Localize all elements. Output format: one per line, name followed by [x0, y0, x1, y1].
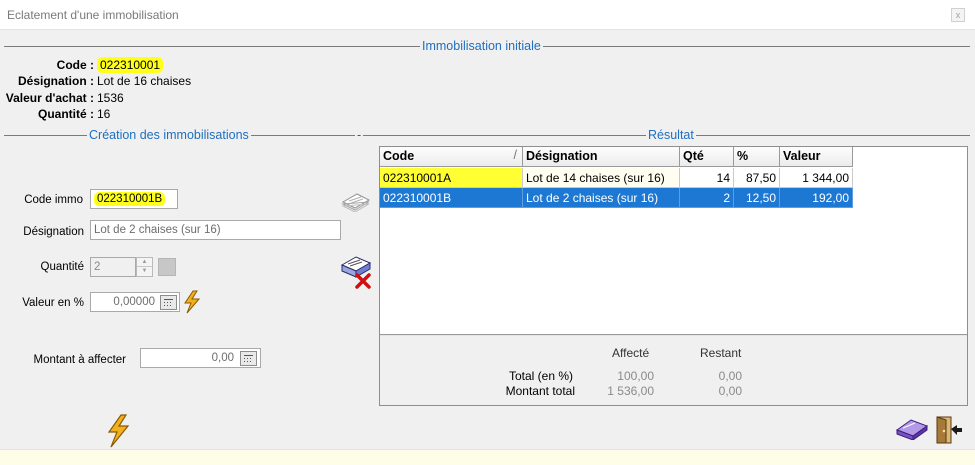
table-row[interactable]: 022310001A Lot de 14 chaises (sur 16) 14…: [380, 168, 853, 188]
cell-valeur: 1 344,00: [780, 168, 853, 188]
quantite-stepper[interactable]: ▲ ▼: [136, 257, 153, 277]
total-pct-label: Total (en %): [508, 369, 573, 383]
designation-field-label: Désignation: [23, 226, 84, 238]
restant-header: Restant: [700, 346, 742, 360]
paper-stack-icon[interactable]: [339, 188, 373, 215]
montant-total-affecte: 1 536,00: [607, 384, 654, 398]
cell-pct: 87,50: [734, 168, 780, 188]
result-grid[interactable]: Code / Désignation Qté % Valeur 02231000…: [379, 146, 968, 406]
code-immo-label: Code immo: [24, 194, 83, 206]
cell-designation: Lot de 2 chaises (sur 16): [523, 188, 680, 208]
column-header-designation[interactable]: Désignation: [523, 147, 680, 167]
cell-qte: 2: [680, 188, 734, 208]
montant-calculator-icon[interactable]: [240, 351, 257, 366]
cell-pct: 12,50: [734, 188, 780, 208]
total-pct-affecte: 100,00: [617, 369, 654, 383]
sort-indicator-icon: /: [513, 148, 517, 162]
window-title: Eclatement d'une immobilisation: [7, 8, 179, 22]
column-header-valeur[interactable]: Valeur: [780, 147, 853, 167]
stepper-up-icon[interactable]: ▲: [137, 258, 152, 267]
cell-designation: Lot de 14 chaises (sur 16): [523, 168, 680, 188]
section-title-initiale: Immobilisation initiale: [420, 39, 543, 53]
quantite-label: Quantité :: [38, 107, 94, 121]
delete-document-icon[interactable]: [340, 253, 374, 292]
quantite-input[interactable]: 2: [90, 257, 136, 277]
grid-header: Code / Désignation Qté % Valeur: [380, 147, 853, 167]
lightning-icon[interactable]: [180, 290, 202, 317]
cell-code: 022310001B: [380, 188, 523, 208]
quantite-field-label: Quantité: [40, 261, 84, 273]
code-immo-input[interactable]: 022310001B: [90, 189, 178, 209]
window-titlebar: Eclatement d'une immobilisation x: [0, 0, 975, 30]
cell-qte: 14: [680, 168, 734, 188]
column-header-pct[interactable]: %: [734, 147, 780, 167]
totals-panel: Affecté Restant Total (en %) 100,00 0,00…: [380, 336, 967, 405]
quantite-value: 16: [97, 107, 111, 121]
section-dash: -: [355, 128, 364, 142]
stepper-down-icon[interactable]: ▼: [137, 267, 152, 276]
cell-valeur: 192,00: [780, 188, 853, 208]
code-label: Code :: [56, 58, 94, 72]
column-header-qte[interactable]: Qté: [680, 147, 734, 167]
designation-input[interactable]: Lot de 2 chaises (sur 16): [90, 220, 341, 240]
valeur-achat-label: Valeur d'achat :: [5, 91, 94, 105]
lightning-icon[interactable]: [102, 414, 132, 451]
designation-label: Désignation :: [17, 74, 94, 88]
total-pct-restant: 0,00: [718, 369, 742, 383]
section-title-resultat: Résultat: [646, 128, 696, 142]
eraser-icon[interactable]: [895, 416, 929, 443]
exit-door-icon[interactable]: [934, 416, 964, 447]
section-title-creation: Création des immobilisations: [87, 128, 251, 142]
valeur-pct-label: Valeur en %: [22, 297, 84, 309]
column-header-code[interactable]: Code /: [380, 147, 523, 167]
montant-total-restant: 0,00: [718, 384, 742, 398]
montant-total-label: Montant total: [505, 384, 575, 398]
quantite-extra-button[interactable]: [158, 258, 176, 276]
designation-value: Lot de 16 chaises: [97, 74, 192, 88]
code-value: 022310001: [97, 57, 164, 73]
calculator-icon[interactable]: [160, 295, 177, 310]
table-row[interactable]: 022310001B Lot de 2 chaises (sur 16) 2 1…: [380, 188, 853, 208]
affecte-header: Affecté: [612, 346, 650, 360]
montant-label: Montant à affecter: [33, 354, 126, 366]
cell-code: 022310001A: [380, 168, 523, 188]
valeur-achat-value: 1536: [97, 91, 124, 105]
close-button[interactable]: x: [951, 8, 965, 22]
status-strip: [0, 449, 975, 465]
